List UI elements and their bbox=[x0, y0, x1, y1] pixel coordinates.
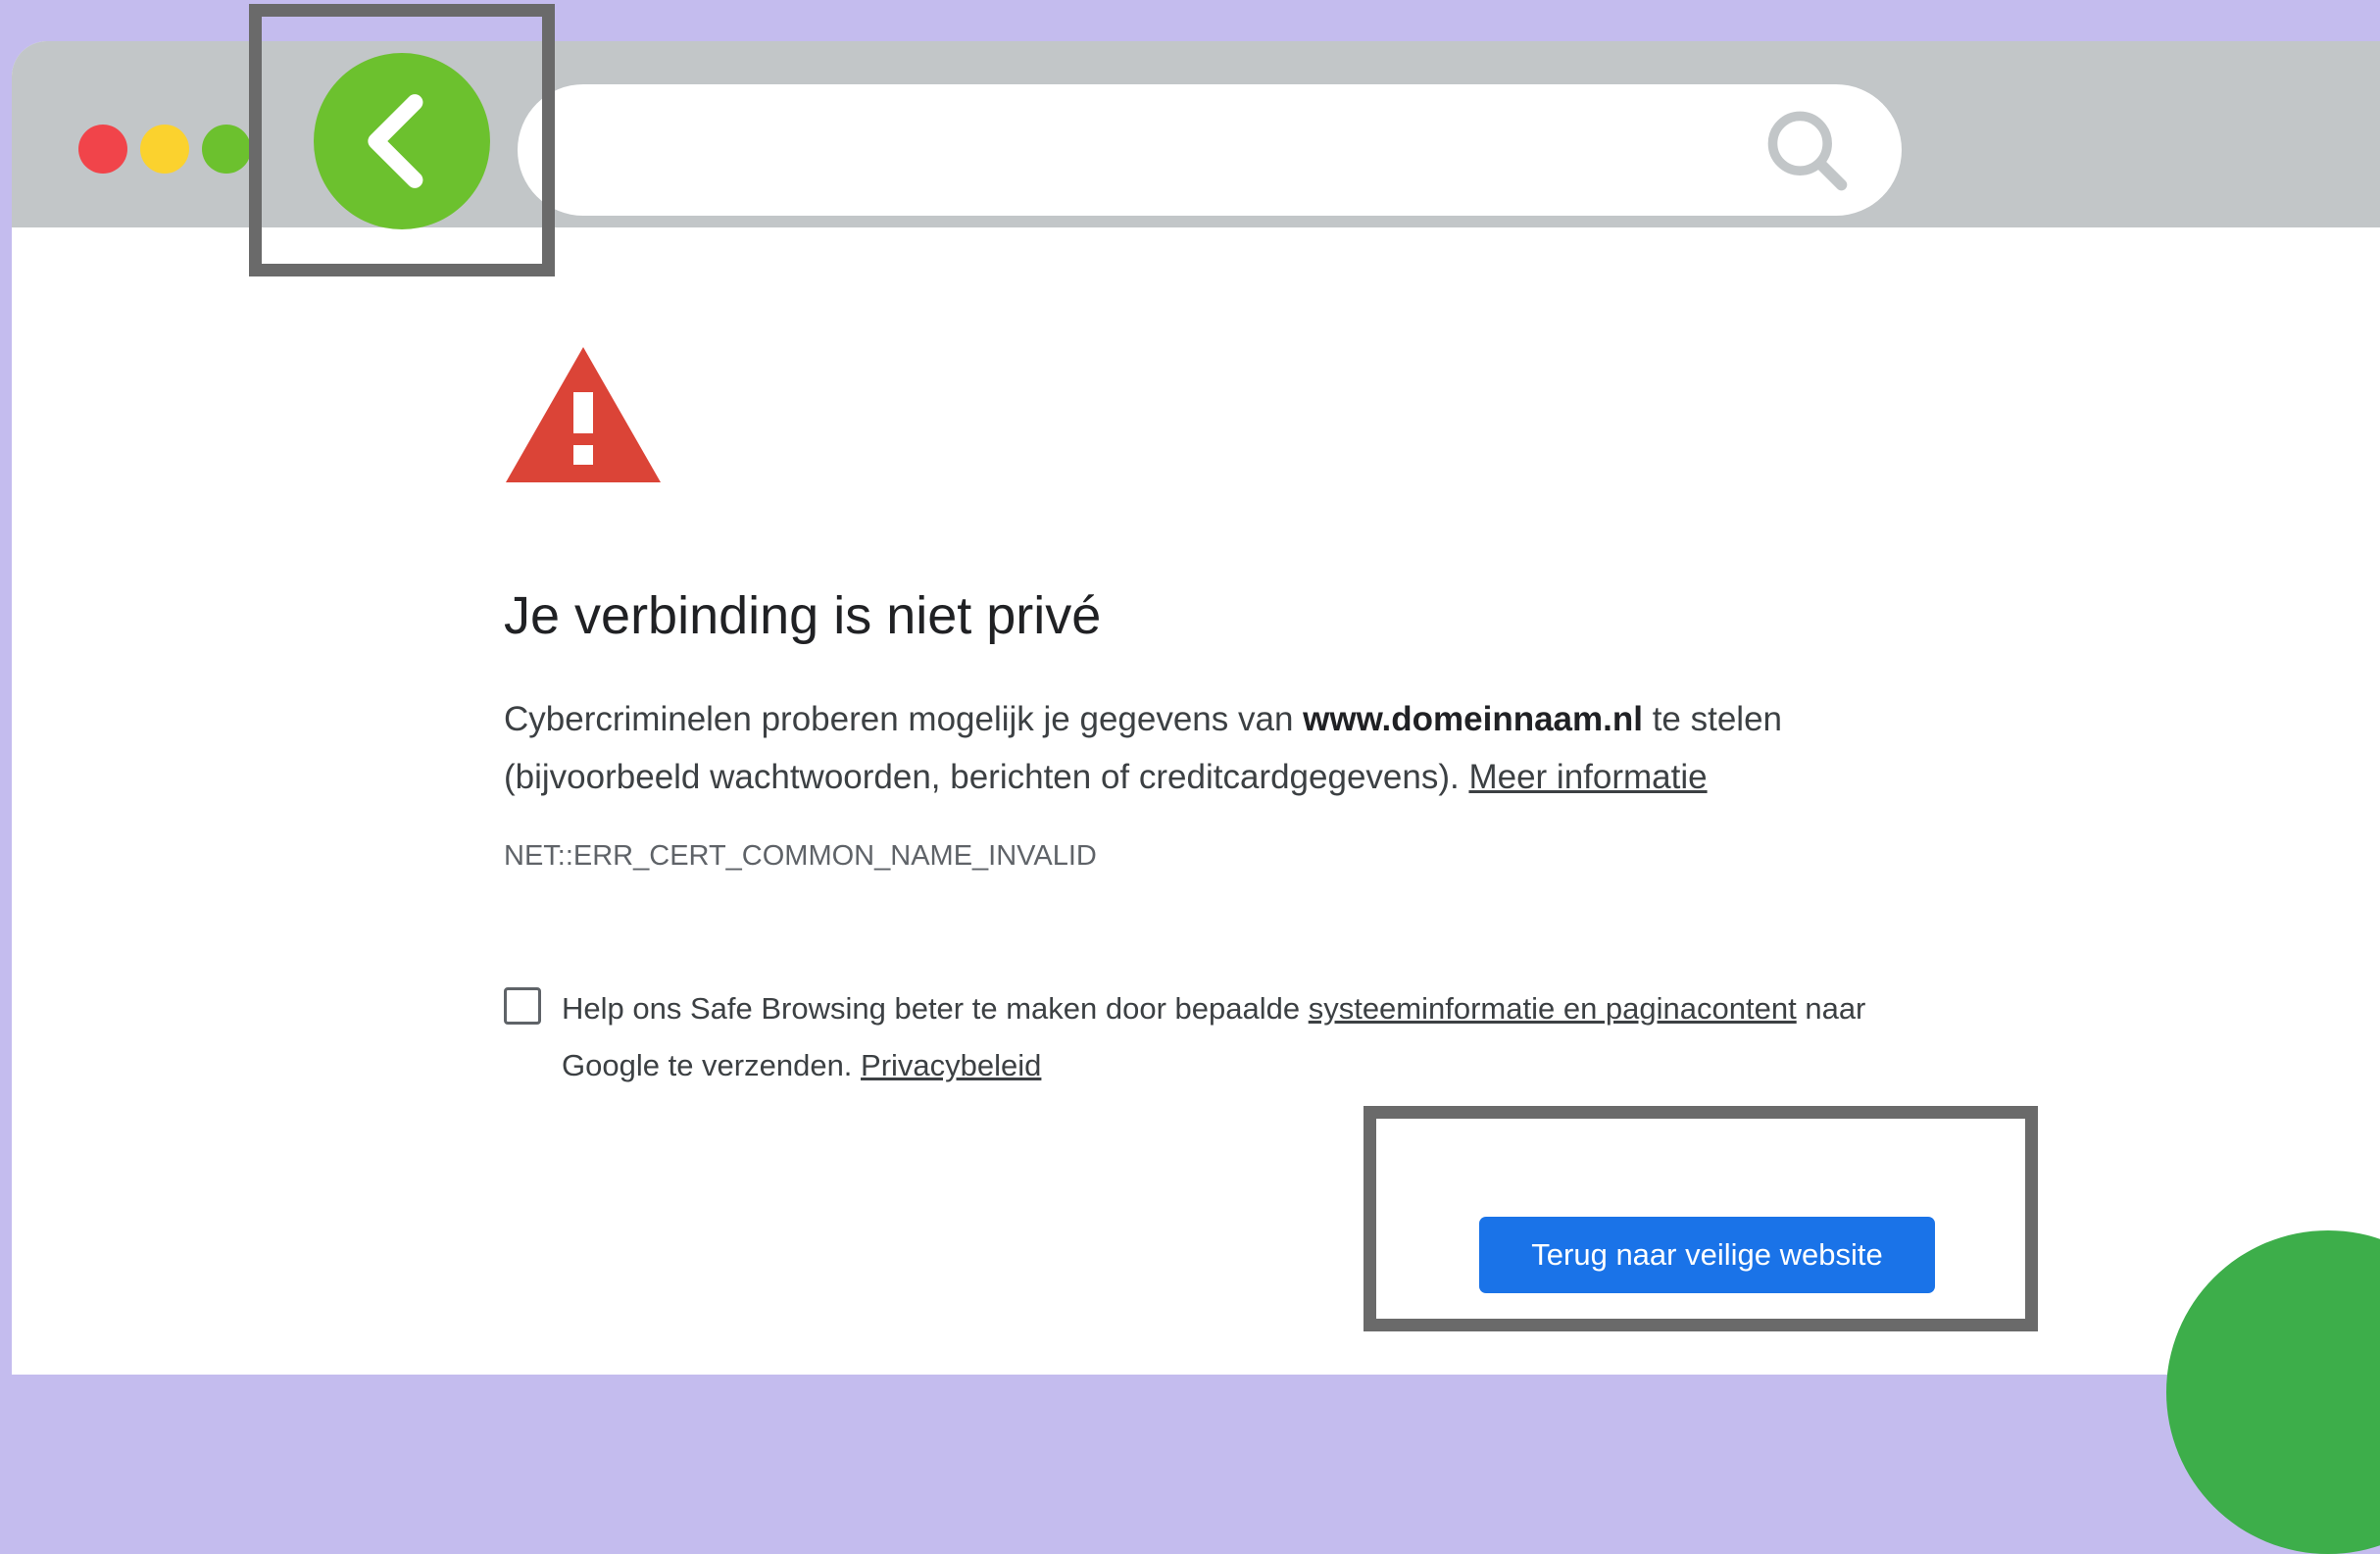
window-minimize-button[interactable] bbox=[140, 125, 189, 174]
error-description: Cybercriminelen proberen mogelijk je geg… bbox=[504, 690, 1955, 806]
address-bar[interactable] bbox=[518, 84, 1902, 216]
error-code: NET::ERR_CERT_COMMON_NAME_INVALID bbox=[504, 840, 1097, 872]
window-maximize-button[interactable] bbox=[202, 125, 251, 174]
domain-name: www.domeinnaam.nl bbox=[1303, 700, 1643, 738]
window-close-button[interactable] bbox=[78, 125, 127, 174]
description-text: Cybercriminelen proberen mogelijk je geg… bbox=[504, 700, 1304, 738]
browser-toolbar bbox=[12, 41, 2380, 229]
search-icon[interactable] bbox=[1760, 104, 1855, 198]
chevron-left-icon bbox=[368, 94, 423, 188]
browser-window: Je verbinding is niet privé Cybercrimine… bbox=[12, 41, 2380, 1375]
browser-back-button[interactable] bbox=[314, 53, 490, 229]
warning-triangle-icon bbox=[506, 347, 661, 482]
safe-browsing-text-start: Help ons Safe Browsing beter te maken do… bbox=[562, 991, 1309, 1026]
more-info-link[interactable]: Meer informatie bbox=[1468, 758, 1707, 796]
privacy-policy-link[interactable]: Privacybeleid bbox=[861, 1048, 1041, 1082]
safe-browsing-checkbox[interactable] bbox=[504, 987, 541, 1025]
system-info-link[interactable]: systeeminformatie en paginacontent bbox=[1309, 991, 1797, 1026]
back-to-safety-button[interactable]: Terug naar veilige website bbox=[1479, 1217, 1935, 1293]
safe-browsing-text: Help ons Safe Browsing beter te maken do… bbox=[562, 980, 1954, 1094]
page-title: Je verbinding is niet privé bbox=[504, 586, 1102, 645]
